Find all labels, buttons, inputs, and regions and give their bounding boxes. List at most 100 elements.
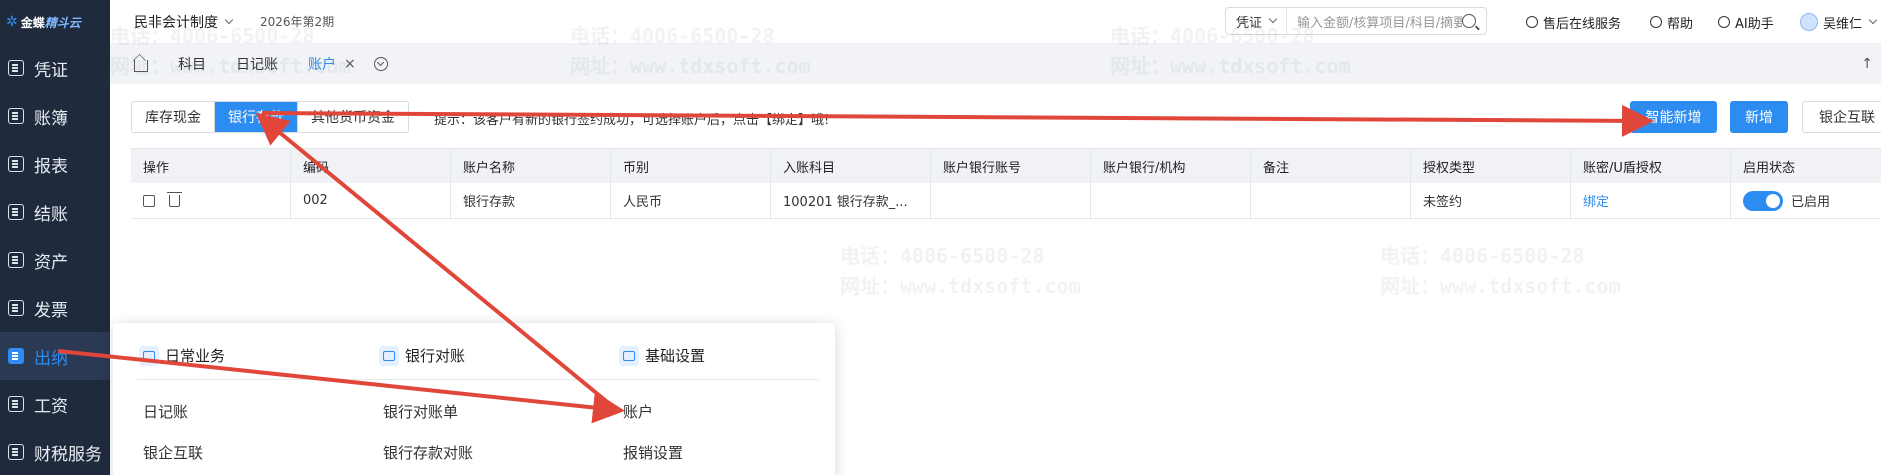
sidebar-item-label: 资产 <box>34 252 68 273</box>
sidebar: ✲ 金蝶 精斗云 凭证 账簿 报表 结账 资产 发票 出纳 工资 财税服务 <box>0 0 110 475</box>
tab-other-funds[interactable]: 其他货币资金 <box>298 102 408 132</box>
trash-icon[interactable] <box>167 191 182 207</box>
logo-subtext: 精斗云 <box>44 15 81 30</box>
menu-journal[interactable]: 日记账 <box>143 401 188 422</box>
watermark-site: 网址：www.tdxsoft.com <box>840 274 1081 298</box>
tab-journal[interactable]: 日记账 <box>236 54 278 74</box>
card-icon <box>379 345 399 366</box>
tab-cash[interactable]: 库存现金 <box>132 102 215 132</box>
sidebar-item-label: 出纳 <box>34 348 68 369</box>
home-icon[interactable] <box>134 60 148 72</box>
help-label: 帮助 <box>1667 16 1694 32</box>
divider <box>137 379 819 380</box>
sidebar-item-label: 发票 <box>34 300 68 321</box>
sidebar-item-invoice[interactable]: 发票 <box>0 284 110 332</box>
bind-link[interactable]: 绑定 <box>1583 191 1609 210</box>
sidebar-item-label: 结账 <box>34 204 68 225</box>
tab-label: 科目 <box>178 57 206 73</box>
sidebar-item-voucher[interactable]: 凭证 <box>0 44 110 92</box>
ai-icon <box>1718 16 1730 28</box>
ai-assistant-link[interactable]: AI助手 <box>1718 0 1774 44</box>
logo-mark-icon: ✲ <box>6 14 18 30</box>
watermark-site: 网址：www.tdxsoft.com <box>1380 274 1621 298</box>
report-icon <box>8 156 24 172</box>
column-header: 入账科目 <box>771 149 931 183</box>
salary-icon <box>8 396 24 412</box>
asset-icon <box>8 252 24 268</box>
help-link[interactable]: 帮助 <box>1650 0 1693 44</box>
menu-deposit-reconcile[interactable]: 银行存款对账 <box>383 442 473 463</box>
search-type-select[interactable]: 凭证 <box>1226 8 1288 34</box>
page-tabs: 科目 日记账 账户 × ↑ <box>110 44 1881 84</box>
user-menu[interactable]: 吴维仁 <box>1800 0 1878 44</box>
section-basic-settings: 基础设置 <box>619 345 705 366</box>
add-button[interactable]: 新增 <box>1730 101 1788 133</box>
sidebar-item-label: 工资 <box>34 396 68 417</box>
invoice-icon <box>8 300 24 316</box>
menu-bank-link[interactable]: 银企互联 <box>143 442 203 463</box>
settings-doc-icon <box>619 345 639 366</box>
watermark-phone: 电话：4006-6500-28 <box>840 244 1045 268</box>
bank-link-button[interactable]: 银企互联 <box>1802 101 1881 133</box>
sidebar-item-label: 报表 <box>34 156 68 177</box>
cell-account-name: 银行存款 <box>451 183 611 218</box>
service-label: 售后在线服务 <box>1543 16 1622 32</box>
avatar <box>1800 13 1818 31</box>
menu-bank-statement[interactable]: 银行对账单 <box>383 401 458 422</box>
closing-icon <box>8 204 24 220</box>
sidebar-item-closing[interactable]: 结账 <box>0 188 110 236</box>
cell-auth-type: 未签约 <box>1411 183 1571 218</box>
account-table: 操作 编码 账户名称 币别 入账科目 账户银行账号 账户银行/机构 备注 授权类… <box>131 148 1881 219</box>
table-row: 002 银行存款 人民币 100201 银行存款_... 未签约 绑定 已启用 <box>131 183 1881 219</box>
sidebar-item-label: 凭证 <box>34 60 68 81</box>
sidebar-item-tax-service[interactable]: 财税服务 <box>0 428 110 475</box>
menu-reimburse-settings[interactable]: 报销设置 <box>623 442 683 463</box>
menu-account[interactable]: 账户 <box>623 401 653 422</box>
sidebar-item-cashier[interactable]: 出纳 <box>0 332 110 380</box>
column-header: 币别 <box>611 149 771 183</box>
column-header: 编码 <box>291 149 451 183</box>
arrow-up-icon[interactable]: ↑ <box>1861 56 1873 72</box>
column-header: 授权类型 <box>1411 149 1571 183</box>
status-toggle[interactable] <box>1743 190 1783 211</box>
cell-status: 已启用 <box>1731 183 1881 218</box>
column-header: 账户银行/机构 <box>1091 149 1251 183</box>
sidebar-item-label: 财税服务 <box>34 444 102 465</box>
cashier-menu-panel: 日常业务 银行对账 基础设置 日记账 银企互联 银行对账单 银行存款对账 账户 … <box>113 323 835 475</box>
tab-label: 账户 <box>308 57 336 73</box>
row-actions <box>131 183 291 218</box>
cell-subject: 100201 银行存款_... <box>771 183 931 218</box>
section-title: 银行对账 <box>405 347 466 365</box>
close-icon[interactable]: × <box>344 56 356 72</box>
section-bank-reconcile: 银行对账 <box>379 345 465 366</box>
sidebar-item-salary[interactable]: 工资 <box>0 380 110 428</box>
table-header: 操作 编码 账户名称 币别 入账科目 账户银行账号 账户银行/机构 备注 授权类… <box>131 149 1881 183</box>
edit-icon[interactable] <box>143 194 155 207</box>
tab-account[interactable]: 账户 × <box>308 54 356 74</box>
status-label: 已启用 <box>1791 195 1831 210</box>
sidebar-item-ledger[interactable]: 账簿 <box>0 92 110 140</box>
search-input[interactable]: 输入金额/核算项目/科目/摘要 <box>1287 12 1462 31</box>
cell-bank <box>1091 183 1251 218</box>
cashier-icon <box>8 348 24 364</box>
org-selector[interactable]: 民非会计制度 <box>134 12 234 32</box>
logo-text: 金蝶 <box>20 15 45 30</box>
help-icon <box>1650 16 1662 28</box>
chevron-down-circle-icon[interactable] <box>373 57 388 71</box>
org-name: 民非会计制度 <box>134 14 218 31</box>
tab-subject[interactable]: 科目 <box>178 54 206 74</box>
search-icon[interactable] <box>1462 14 1476 28</box>
chevron-down-icon <box>224 15 234 24</box>
global-search[interactable]: 凭证 输入金额/核算项目/科目/摘要 <box>1225 7 1487 35</box>
column-header: 启用状态 <box>1731 149 1881 183</box>
hint-text: 提示：该客户有新的银行签约成功，可选择账户后，点击【绑定】哦! <box>434 113 830 128</box>
sidebar-item-report[interactable]: 报表 <box>0 140 110 188</box>
sidebar-item-asset[interactable]: 资产 <box>0 236 110 284</box>
ai-label: AI助手 <box>1735 16 1774 32</box>
service-link[interactable]: 售后在线服务 <box>1526 0 1621 44</box>
voucher-icon <box>8 60 24 76</box>
tax-service-icon <box>8 444 24 460</box>
smart-add-button[interactable]: 智能新增 <box>1630 101 1717 133</box>
tab-bank-deposit[interactable]: 银行存款 <box>215 102 298 132</box>
watermark-phone: 电话：4006-6500-28 <box>1380 244 1585 268</box>
